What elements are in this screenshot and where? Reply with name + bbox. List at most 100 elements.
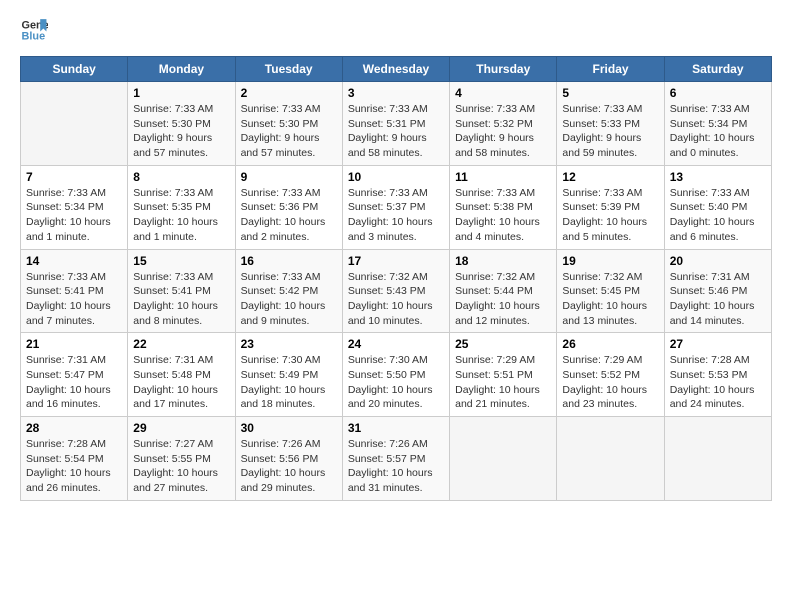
column-header-tuesday: Tuesday	[235, 57, 342, 82]
day-info: Sunrise: 7:33 AMSunset: 5:34 PMDaylight:…	[670, 102, 766, 161]
day-info: Sunrise: 7:33 AMSunset: 5:31 PMDaylight:…	[348, 102, 444, 161]
calendar-cell: 2 Sunrise: 7:33 AMSunset: 5:30 PMDaylight…	[235, 82, 342, 166]
day-number: 3	[348, 86, 444, 100]
day-number: 17	[348, 254, 444, 268]
calendar-cell: 9Sunrise: 7:33 AMSunset: 5:36 PMDaylight…	[235, 165, 342, 249]
day-info: Sunrise: 7:31 AMSunset: 5:47 PMDaylight:…	[26, 353, 122, 412]
day-info: Sunrise: 7:33 AMSunset: 5:41 PMDaylight:…	[26, 270, 122, 329]
day-number: 19	[562, 254, 658, 268]
svg-text:Blue: Blue	[22, 30, 46, 42]
day-info: Sunrise: 7:26 AMSunset: 5:56 PMDaylight:…	[241, 437, 337, 496]
day-number: 18	[455, 254, 551, 268]
day-number: 1	[133, 86, 229, 100]
calendar-header-row: SundayMondayTuesdayWednesdayThursdayFrid…	[21, 57, 772, 82]
day-info: Sunrise: 7:33 AMSunset: 5:36 PMDaylight:…	[241, 186, 337, 245]
column-header-wednesday: Wednesday	[342, 57, 449, 82]
calendar-cell	[21, 82, 128, 166]
day-number: 2	[241, 86, 337, 100]
column-header-saturday: Saturday	[664, 57, 771, 82]
day-info: Sunrise: 7:33 AMSunset: 5:30 PMDaylight:…	[133, 102, 229, 161]
day-info: Sunrise: 7:33 AMSunset: 5:30 PMDaylight:…	[241, 102, 337, 161]
day-number: 24	[348, 337, 444, 351]
day-number: 23	[241, 337, 337, 351]
day-info: Sunrise: 7:32 AMSunset: 5:43 PMDaylight:…	[348, 270, 444, 329]
calendar-week-5: 28 Sunrise: 7:28 AMSunset: 5:54 PMDayligh…	[21, 417, 772, 501]
calendar-cell: 21 Sunrise: 7:31 AMSunset: 5:47 PMDayligh…	[21, 333, 128, 417]
column-header-sunday: Sunday	[21, 57, 128, 82]
calendar-cell: 16 Sunrise: 7:33 AMSunset: 5:42 PMDayligh…	[235, 249, 342, 333]
calendar-cell: 4 Sunrise: 7:33 AMSunset: 5:32 PMDaylight…	[450, 82, 557, 166]
day-number: 25	[455, 337, 551, 351]
calendar-cell: 29 Sunrise: 7:27 AMSunset: 5:55 PMDayligh…	[128, 417, 235, 501]
day-number: 30	[241, 421, 337, 435]
calendar-cell: 26 Sunrise: 7:29 AMSunset: 5:52 PMDayligh…	[557, 333, 664, 417]
calendar-cell: 27Sunrise: 7:28 AMSunset: 5:53 PMDayligh…	[664, 333, 771, 417]
column-header-monday: Monday	[128, 57, 235, 82]
day-number: 6	[670, 86, 766, 100]
day-number: 13	[670, 170, 766, 184]
day-info: Sunrise: 7:33 AMSunset: 5:38 PMDaylight:…	[455, 186, 551, 245]
day-number: 22	[133, 337, 229, 351]
day-number: 28	[26, 421, 122, 435]
calendar-cell: 24 Sunrise: 7:30 AMSunset: 5:50 PMDayligh…	[342, 333, 449, 417]
day-number: 16	[241, 254, 337, 268]
day-info: Sunrise: 7:32 AMSunset: 5:45 PMDaylight:…	[562, 270, 658, 329]
day-number: 10	[348, 170, 444, 184]
calendar-cell: 20 Sunrise: 7:31 AMSunset: 5:46 PMDayligh…	[664, 249, 771, 333]
calendar-cell: 28 Sunrise: 7:28 AMSunset: 5:54 PMDayligh…	[21, 417, 128, 501]
day-info: Sunrise: 7:33 AMSunset: 5:40 PMDaylight:…	[670, 186, 766, 245]
calendar-cell: 1 Sunrise: 7:33 AMSunset: 5:30 PMDaylight…	[128, 82, 235, 166]
day-info: Sunrise: 7:33 AMSunset: 5:33 PMDaylight:…	[562, 102, 658, 161]
calendar-cell: 25 Sunrise: 7:29 AMSunset: 5:51 PMDayligh…	[450, 333, 557, 417]
day-number: 26	[562, 337, 658, 351]
calendar-cell: 7 Sunrise: 7:33 AMSunset: 5:34 PMDaylight…	[21, 165, 128, 249]
day-number: 4	[455, 86, 551, 100]
day-number: 12	[562, 170, 658, 184]
day-info: Sunrise: 7:33 AMSunset: 5:39 PMDaylight:…	[562, 186, 658, 245]
calendar-cell: 18 Sunrise: 7:32 AMSunset: 5:44 PMDayligh…	[450, 249, 557, 333]
day-info: Sunrise: 7:28 AMSunset: 5:54 PMDaylight:…	[26, 437, 122, 496]
day-number: 5	[562, 86, 658, 100]
day-info: Sunrise: 7:33 AMSunset: 5:41 PMDaylight:…	[133, 270, 229, 329]
day-info: Sunrise: 7:29 AMSunset: 5:51 PMDaylight:…	[455, 353, 551, 412]
day-number: 29	[133, 421, 229, 435]
day-info: Sunrise: 7:30 AMSunset: 5:49 PMDaylight:…	[241, 353, 337, 412]
day-info: Sunrise: 7:33 AMSunset: 5:32 PMDaylight:…	[455, 102, 551, 161]
column-header-friday: Friday	[557, 57, 664, 82]
day-info: Sunrise: 7:31 AMSunset: 5:48 PMDaylight:…	[133, 353, 229, 412]
day-info: Sunrise: 7:33 AMSunset: 5:42 PMDaylight:…	[241, 270, 337, 329]
column-header-thursday: Thursday	[450, 57, 557, 82]
calendar-cell: 10Sunrise: 7:33 AMSunset: 5:37 PMDayligh…	[342, 165, 449, 249]
calendar-body: 1 Sunrise: 7:33 AMSunset: 5:30 PMDaylight…	[21, 82, 772, 501]
day-number: 8	[133, 170, 229, 184]
day-number: 14	[26, 254, 122, 268]
day-info: Sunrise: 7:27 AMSunset: 5:55 PMDaylight:…	[133, 437, 229, 496]
calendar-cell: 19 Sunrise: 7:32 AMSunset: 5:45 PMDayligh…	[557, 249, 664, 333]
calendar-week-2: 7 Sunrise: 7:33 AMSunset: 5:34 PMDaylight…	[21, 165, 772, 249]
calendar-cell: 11 Sunrise: 7:33 AMSunset: 5:38 PMDayligh…	[450, 165, 557, 249]
day-info: Sunrise: 7:29 AMSunset: 5:52 PMDaylight:…	[562, 353, 658, 412]
calendar-cell: 22 Sunrise: 7:31 AMSunset: 5:48 PMDayligh…	[128, 333, 235, 417]
calendar-week-1: 1 Sunrise: 7:33 AMSunset: 5:30 PMDaylight…	[21, 82, 772, 166]
calendar-cell	[450, 417, 557, 501]
day-number: 21	[26, 337, 122, 351]
day-number: 27	[670, 337, 766, 351]
calendar-cell: 13 Sunrise: 7:33 AMSunset: 5:40 PMDayligh…	[664, 165, 771, 249]
calendar-cell: 8Sunrise: 7:33 AMSunset: 5:35 PMDaylight…	[128, 165, 235, 249]
day-number: 20	[670, 254, 766, 268]
day-info: Sunrise: 7:32 AMSunset: 5:44 PMDaylight:…	[455, 270, 551, 329]
day-info: Sunrise: 7:33 AMSunset: 5:34 PMDaylight:…	[26, 186, 122, 245]
day-number: 11	[455, 170, 551, 184]
calendar-cell: 15Sunrise: 7:33 AMSunset: 5:41 PMDayligh…	[128, 249, 235, 333]
calendar-week-4: 21 Sunrise: 7:31 AMSunset: 5:47 PMDayligh…	[21, 333, 772, 417]
calendar-cell: 14 Sunrise: 7:33 AMSunset: 5:41 PMDayligh…	[21, 249, 128, 333]
day-number: 31	[348, 421, 444, 435]
calendar-cell	[557, 417, 664, 501]
page-header: General Blue	[20, 16, 772, 44]
day-info: Sunrise: 7:30 AMSunset: 5:50 PMDaylight:…	[348, 353, 444, 412]
day-number: 7	[26, 170, 122, 184]
day-info: Sunrise: 7:26 AMSunset: 5:57 PMDaylight:…	[348, 437, 444, 496]
day-info: Sunrise: 7:31 AMSunset: 5:46 PMDaylight:…	[670, 270, 766, 329]
calendar-cell: 31 Sunrise: 7:26 AMSunset: 5:57 PMDayligh…	[342, 417, 449, 501]
logo-icon: General Blue	[20, 16, 48, 44]
